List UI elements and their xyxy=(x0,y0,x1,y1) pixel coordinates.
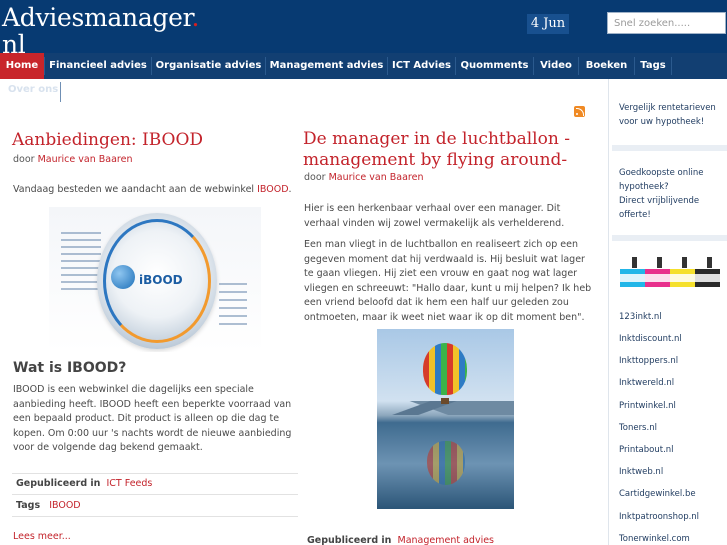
post-subheading: Wat is IBOOD? xyxy=(13,360,127,376)
sidebar-link[interactable]: Inktwereld.nl xyxy=(619,376,674,390)
ink-cartridge-banner[interactable] xyxy=(620,257,720,287)
intro-text: Vandaag besteden we aandacht aan de webw… xyxy=(13,184,255,195)
sidebar-divider xyxy=(608,79,609,545)
sidebar-link[interactable]: Tonerwinkel.com xyxy=(619,532,690,545)
promo-online-hypotheek-link[interactable]: Goedkoopste online hypotheek? Direct vri… xyxy=(619,166,723,222)
nav-item-home[interactable]: Home xyxy=(0,53,44,79)
divider xyxy=(12,494,298,495)
byline-prefix: door xyxy=(13,154,35,165)
title-line-2: management by flying around- xyxy=(303,150,568,170)
sidebar-link[interactable]: Inktpatroonshop.nl xyxy=(619,510,699,524)
ibood-logo-icon: iBOOD xyxy=(111,265,195,297)
promo-line-2: Direct vrijblijvende offerte! xyxy=(619,196,700,220)
read-more-link[interactable]: Lees meer... xyxy=(13,531,71,542)
post-byline: door Maurice van Baaren xyxy=(304,172,423,183)
sidebar-separator xyxy=(612,145,727,151)
tags-row: Tags IBOOD xyxy=(16,500,81,511)
nav-item-video[interactable]: Video xyxy=(534,53,578,79)
balloon-image xyxy=(377,329,514,509)
sidebar-link[interactable]: Inktweb.nl xyxy=(619,465,663,479)
basket-shape xyxy=(441,398,449,404)
nav-item-boeken[interactable]: Boeken xyxy=(579,53,634,79)
ibood-link[interactable]: IBOOD xyxy=(257,184,288,195)
post-body: IBOOD is een webwinkel die dagelijks een… xyxy=(13,384,292,453)
post-intro: Vandaag besteden we aandacht aan de webw… xyxy=(13,183,298,198)
sidebar-link[interactable]: Inkttoppers.nl xyxy=(619,354,678,368)
promo-hypotheek-link[interactable]: Vergelijk rentetarieven voor uw hypothee… xyxy=(619,101,723,129)
hot-air-balloon-icon xyxy=(423,343,467,395)
nav-item-management-advies[interactable]: Management advies xyxy=(266,53,387,79)
published-label: Gepubliceerd in xyxy=(16,478,101,489)
post-title[interactable]: Aanbiedingen: IBOOD xyxy=(12,130,203,151)
main-nav: Home Financieel advies Organisatie advie… xyxy=(0,53,727,79)
nav-separator xyxy=(671,57,672,75)
sidebar-separator xyxy=(612,235,727,241)
ibood-image: iBOOD xyxy=(49,207,261,352)
category-link[interactable]: ICT Feeds xyxy=(107,478,153,489)
image-text-lines xyxy=(219,277,247,331)
byline-prefix: door xyxy=(304,172,326,183)
nav-item-ict-advies[interactable]: ICT Advies xyxy=(388,53,455,79)
divider xyxy=(12,516,298,517)
site-logo[interactable]: Adviesmanager. nl xyxy=(2,4,199,58)
sidebar-link[interactable]: Printabout.nl xyxy=(619,443,674,457)
nav-item-organisatie-advies[interactable]: Organisatie advies xyxy=(152,53,265,79)
date-badge: 4 Jun xyxy=(527,14,569,34)
post-title[interactable]: De manager in de luchtballon - managemen… xyxy=(303,129,603,171)
promo-line-1: Goedkoopste online hypotheek? xyxy=(619,168,704,192)
published-label: Gepubliceerd in xyxy=(307,535,392,545)
logo-main: Adviesmanager xyxy=(2,3,192,32)
author-link[interactable]: Maurice van Baaren xyxy=(329,172,424,183)
published-row: Gepubliceerd in ICT Feeds xyxy=(16,478,152,489)
image-text-lines xyxy=(61,227,101,295)
sidebar-link[interactable]: Toners.nl xyxy=(619,421,657,435)
tags-label: Tags xyxy=(16,500,41,511)
nav-item-quomments[interactable]: Quomments xyxy=(456,53,533,79)
post-byline: door Maurice van Baaren xyxy=(13,154,132,165)
sidebar-link[interactable]: Inktdiscount.nl xyxy=(619,332,682,346)
logo-dot: . xyxy=(191,3,200,32)
text-cursor xyxy=(60,82,61,102)
balloon-reflection xyxy=(427,441,465,485)
divider xyxy=(12,473,298,474)
author-link[interactable]: Maurice van Baaren xyxy=(38,154,133,165)
site-header: Adviesmanager. nl 4 Jun xyxy=(0,0,727,58)
intro-end: . xyxy=(288,184,292,195)
nav-item-tags[interactable]: Tags xyxy=(635,53,671,79)
nav-item-financieel-advies[interactable]: Financieel advies xyxy=(45,53,151,79)
nav-item-over-ons[interactable]: Over ons xyxy=(8,84,58,95)
sidebar-link[interactable]: 123inkt.nl xyxy=(619,310,662,324)
search-input[interactable] xyxy=(607,12,726,34)
rss-icon[interactable] xyxy=(574,106,585,117)
category-link[interactable]: Management advies xyxy=(398,535,495,545)
tag-link[interactable]: IBOOD xyxy=(49,500,80,511)
sidebar-link[interactable]: Cartidgewinkel.be xyxy=(619,487,696,501)
sidebar-link[interactable]: Printwinkel.nl xyxy=(619,399,676,413)
ink-colors-bar xyxy=(620,269,720,287)
title-line-1: De manager in de luchtballon - xyxy=(303,129,570,149)
post-paragraph: Een man vliegt in de luchtballon en real… xyxy=(304,239,592,323)
post-paragraph: Hier is een herkenbaar verhaal over een … xyxy=(304,203,565,229)
published-row: Gepubliceerd in Management advies xyxy=(307,535,494,545)
